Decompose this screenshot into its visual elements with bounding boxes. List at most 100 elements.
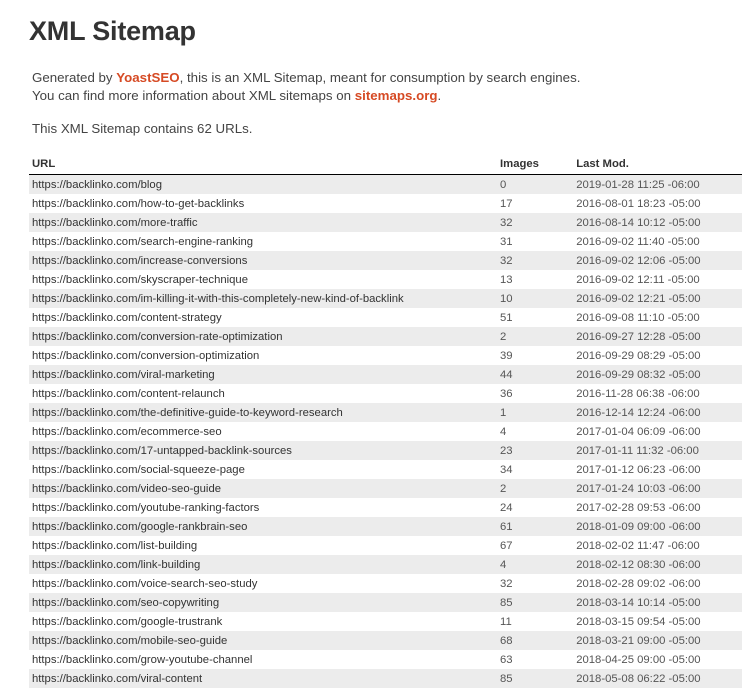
- table-row: https://backlinko.com/search-engine-rank…: [29, 232, 742, 251]
- last-mod-cell: 2018-03-14 10:14 -05:00: [573, 593, 742, 612]
- last-mod-cell: 2017-02-28 09:53 -06:00: [573, 498, 742, 517]
- table-row: https://backlinko.com/skyscraper-techniq…: [29, 270, 742, 289]
- images-cell: 23: [497, 441, 573, 460]
- last-mod-cell: 2016-09-29 08:32 -05:00: [573, 365, 742, 384]
- table-row: https://backlinko.com/blog02019-01-28 11…: [29, 175, 742, 195]
- images-cell: 24: [497, 498, 573, 517]
- url-cell[interactable]: https://backlinko.com/google-rankbrain-s…: [29, 517, 497, 536]
- table-row: https://backlinko.com/youtube-ranking-fa…: [29, 498, 742, 517]
- last-mod-cell: 2019-01-28 11:25 -06:00: [573, 175, 742, 195]
- url-cell[interactable]: https://backlinko.com/increase-conversio…: [29, 251, 497, 270]
- sitemap-page: XML Sitemap Generated by YoastSEO, this …: [0, 0, 748, 687]
- url-cell[interactable]: https://backlinko.com/im-killing-it-with…: [29, 289, 497, 308]
- url-cell[interactable]: https://backlinko.com/google-trustrank: [29, 612, 497, 631]
- images-cell: 17: [497, 194, 573, 213]
- sitemaps-org-link[interactable]: sitemaps.org: [355, 88, 438, 103]
- table-row: https://backlinko.com/17-untapped-backli…: [29, 441, 742, 460]
- url-cell[interactable]: https://backlinko.com/viral-marketing: [29, 365, 497, 384]
- last-mod-cell: 2017-01-24 10:03 -06:00: [573, 479, 742, 498]
- table-row: https://backlinko.com/google-trustrank11…: [29, 612, 742, 631]
- table-row: https://backlinko.com/list-building67201…: [29, 536, 742, 555]
- images-cell: 10: [497, 289, 573, 308]
- images-cell: 4: [497, 422, 573, 441]
- table-row: https://backlinko.com/ecommerce-seo42017…: [29, 422, 742, 441]
- last-mod-cell: 2016-11-28 06:38 -06:00: [573, 384, 742, 403]
- url-cell[interactable]: https://backlinko.com/more-traffic: [29, 213, 497, 232]
- url-cell[interactable]: https://backlinko.com/search-engine-rank…: [29, 232, 497, 251]
- table-row: https://backlinko.com/more-traffic322016…: [29, 213, 742, 232]
- url-cell[interactable]: https://backlinko.com/list-building: [29, 536, 497, 555]
- images-cell: 2: [497, 479, 573, 498]
- table-row: https://backlinko.com/social-squeeze-pag…: [29, 460, 742, 479]
- intro-line1-suffix: , this is an XML Sitemap, meant for cons…: [180, 70, 581, 85]
- url-cell[interactable]: https://backlinko.com/how-to-get-backlin…: [29, 194, 497, 213]
- table-row: https://backlinko.com/how-to-get-backlin…: [29, 194, 742, 213]
- last-mod-cell: 2018-02-12 08:30 -06:00: [573, 555, 742, 574]
- last-mod-cell: 2016-09-02 12:21 -05:00: [573, 289, 742, 308]
- column-header-url: URL: [29, 154, 497, 175]
- url-cell[interactable]: https://backlinko.com/social-squeeze-pag…: [29, 460, 497, 479]
- url-cell[interactable]: https://backlinko.com/seo-copywriting: [29, 593, 497, 612]
- last-mod-cell: 2018-02-02 11:47 -06:00: [573, 536, 742, 555]
- table-row: https://backlinko.com/viral-marketing442…: [29, 365, 742, 384]
- table-row: https://backlinko.com/the-definitive-gui…: [29, 403, 742, 422]
- last-mod-cell: 2016-09-08 11:10 -05:00: [573, 308, 742, 327]
- last-mod-cell: 2017-01-11 11:32 -06:00: [573, 441, 742, 460]
- images-cell: 4: [497, 555, 573, 574]
- last-mod-cell: 2016-09-27 12:28 -05:00: [573, 327, 742, 346]
- images-cell: 51: [497, 308, 573, 327]
- images-cell: 67: [497, 536, 573, 555]
- images-cell: 13: [497, 270, 573, 289]
- images-cell: 0: [497, 175, 573, 195]
- intro-line2-suffix: .: [438, 88, 442, 103]
- last-mod-cell: 2016-09-29 08:29 -05:00: [573, 346, 742, 365]
- url-cell[interactable]: https://backlinko.com/voice-search-seo-s…: [29, 574, 497, 593]
- images-cell: 32: [497, 251, 573, 270]
- url-cell[interactable]: https://backlinko.com/content-strategy: [29, 308, 497, 327]
- images-cell: 2: [497, 327, 573, 346]
- table-row: https://backlinko.com/seo-copywriting852…: [29, 593, 742, 612]
- url-cell[interactable]: https://backlinko.com/17-untapped-backli…: [29, 441, 497, 460]
- url-cell[interactable]: https://backlinko.com/mobile-seo-guide: [29, 631, 497, 650]
- url-cell[interactable]: https://backlinko.com/viral-content: [29, 669, 497, 688]
- url-cell[interactable]: https://backlinko.com/the-definitive-gui…: [29, 403, 497, 422]
- images-cell: 32: [497, 574, 573, 593]
- images-cell: 68: [497, 631, 573, 650]
- url-cell[interactable]: https://backlinko.com/link-building: [29, 555, 497, 574]
- last-mod-cell: 2016-12-14 12:24 -06:00: [573, 403, 742, 422]
- table-header-row: URL Images Last Mod.: [29, 154, 742, 175]
- url-cell[interactable]: https://backlinko.com/content-relaunch: [29, 384, 497, 403]
- url-cell[interactable]: https://backlinko.com/grow-youtube-chann…: [29, 650, 497, 669]
- url-cell[interactable]: https://backlinko.com/skyscraper-techniq…: [29, 270, 497, 289]
- intro-text: Generated by YoastSEO, this is an XML Si…: [32, 69, 580, 105]
- last-mod-cell: 2018-05-08 06:22 -05:00: [573, 669, 742, 688]
- url-cell[interactable]: https://backlinko.com/blog: [29, 175, 497, 195]
- url-cell[interactable]: https://backlinko.com/youtube-ranking-fa…: [29, 498, 497, 517]
- last-mod-cell: 2016-08-14 10:12 -05:00: [573, 213, 742, 232]
- url-cell[interactable]: https://backlinko.com/ecommerce-seo: [29, 422, 497, 441]
- url-cell[interactable]: https://backlinko.com/conversion-rate-op…: [29, 327, 497, 346]
- last-mod-cell: 2016-08-01 18:23 -05:00: [573, 194, 742, 213]
- sitemap-table: URL Images Last Mod. https://backlinko.c…: [29, 154, 742, 688]
- url-cell[interactable]: https://backlinko.com/conversion-optimiz…: [29, 346, 497, 365]
- yoastseo-link[interactable]: YoastSEO: [116, 70, 179, 85]
- last-mod-cell: 2016-09-02 12:06 -05:00: [573, 251, 742, 270]
- last-mod-cell: 2018-02-28 09:02 -06:00: [573, 574, 742, 593]
- table-row: https://backlinko.com/conversion-optimiz…: [29, 346, 742, 365]
- table-row: https://backlinko.com/im-killing-it-with…: [29, 289, 742, 308]
- images-cell: 1: [497, 403, 573, 422]
- last-mod-cell: 2018-04-25 09:00 -05:00: [573, 650, 742, 669]
- images-cell: 39: [497, 346, 573, 365]
- last-mod-cell: 2018-03-21 09:00 -05:00: [573, 631, 742, 650]
- page-title: XML Sitemap: [29, 16, 196, 47]
- last-mod-cell: 2016-09-02 12:11 -05:00: [573, 270, 742, 289]
- column-header-images: Images: [497, 154, 573, 175]
- images-cell: 44: [497, 365, 573, 384]
- url-cell[interactable]: https://backlinko.com/video-seo-guide: [29, 479, 497, 498]
- images-cell: 34: [497, 460, 573, 479]
- table-row: https://backlinko.com/voice-search-seo-s…: [29, 574, 742, 593]
- images-cell: 32: [497, 213, 573, 232]
- last-mod-cell: 2018-01-09 09:00 -06:00: [573, 517, 742, 536]
- table-row: https://backlinko.com/increase-conversio…: [29, 251, 742, 270]
- table-row: https://backlinko.com/grow-youtube-chann…: [29, 650, 742, 669]
